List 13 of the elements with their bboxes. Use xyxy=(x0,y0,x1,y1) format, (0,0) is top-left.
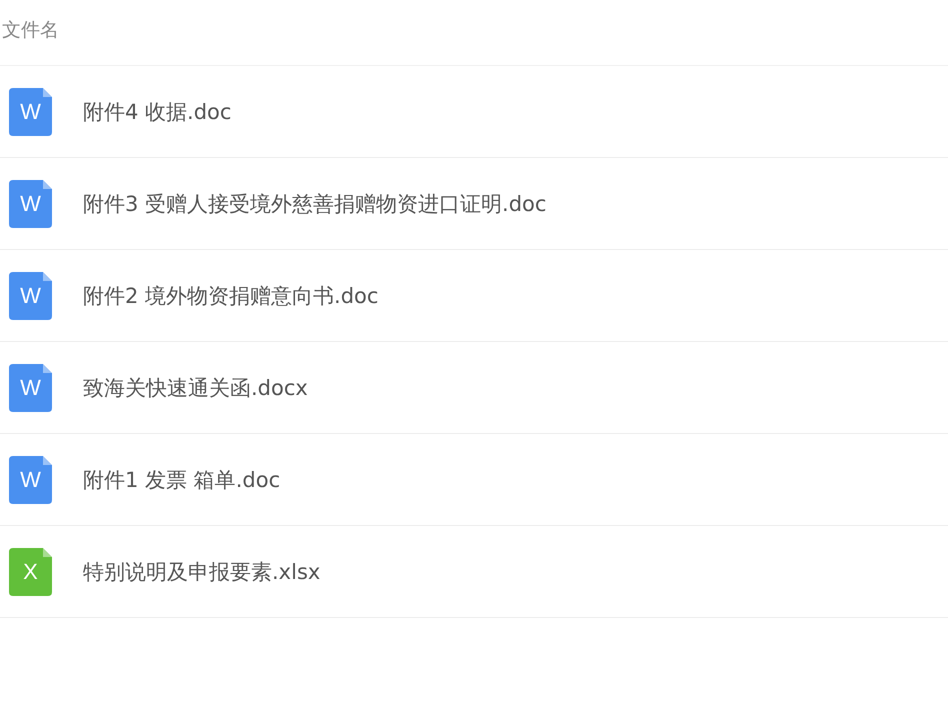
document-file-icon: W xyxy=(9,88,52,136)
document-file-icon: W xyxy=(9,364,52,412)
document-file-icon: W xyxy=(9,272,52,320)
file-name[interactable]: 特别说明及申报要素.xlsx xyxy=(83,558,320,586)
file-name[interactable]: 附件4 收据.doc xyxy=(83,98,232,126)
document-file-icon: W xyxy=(9,456,52,504)
file-name[interactable]: 附件1 发票 箱单.doc xyxy=(83,466,280,494)
file-name[interactable]: 附件3 受赠人接受境外慈善捐赠物资进口证明.doc xyxy=(83,190,546,218)
document-file-icon: W xyxy=(9,180,52,228)
file-name[interactable]: 致海关快速通关函.docx xyxy=(83,374,308,402)
column-header: 文件名 xyxy=(2,18,59,42)
file-name[interactable]: 附件2 境外物资捐赠意向书.doc xyxy=(83,282,378,310)
spreadsheet-file-icon: X xyxy=(9,548,52,596)
